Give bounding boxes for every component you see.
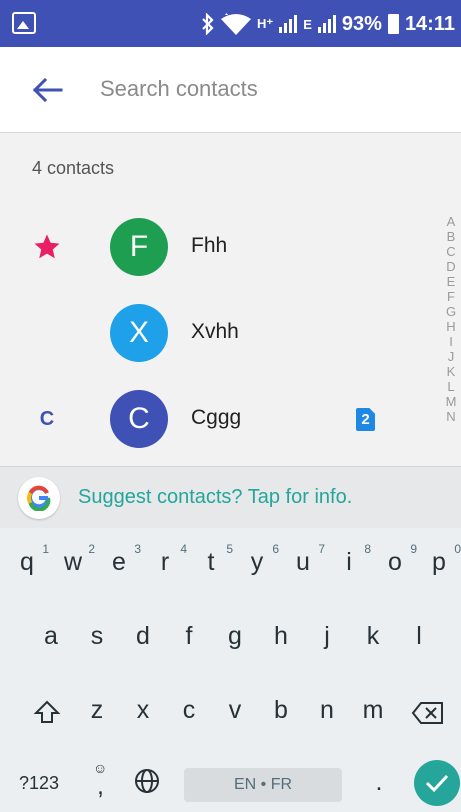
key-f[interactable]: f: [176, 622, 202, 651]
key-y[interactable]: y6: [244, 542, 279, 577]
contact-name: Fhh: [191, 234, 228, 257]
key-m[interactable]: m: [358, 696, 388, 725]
google-logo-icon: [18, 477, 60, 519]
index-letter[interactable]: J: [444, 349, 458, 364]
index-letter[interactable]: D: [444, 259, 458, 274]
checkmark-icon: [425, 774, 449, 793]
signal-2-icon: [317, 15, 336, 33]
key-n[interactable]: n: [314, 696, 340, 725]
key-w[interactable]: w2: [60, 542, 95, 577]
key-u[interactable]: u7: [290, 542, 325, 577]
key-v[interactable]: v: [222, 696, 248, 725]
index-letter[interactable]: E: [444, 274, 458, 289]
key-c[interactable]: c: [176, 696, 202, 725]
comma-key[interactable]: ☺ ,: [88, 760, 114, 804]
index-letter[interactable]: L: [444, 379, 458, 394]
contact-list: 4 contacts F Fhh X Xvhh C C Cggg 2 A B C…: [0, 134, 461, 466]
backspace-icon: [411, 702, 443, 724]
section-letter: C: [39, 407, 55, 430]
key-s[interactable]: s: [84, 622, 110, 651]
done-key[interactable]: [414, 760, 460, 806]
index-letter[interactable]: B: [444, 229, 458, 244]
backspace-key[interactable]: [410, 700, 446, 728]
suggest-contacts-bar[interactable]: Suggest contacts? Tap for info.: [0, 466, 461, 528]
symbols-key[interactable]: ?123: [12, 773, 66, 794]
index-letter[interactable]: M: [444, 394, 458, 409]
key-r[interactable]: r4: [152, 542, 187, 577]
globe-icon: [135, 769, 159, 793]
battery-icon: [387, 14, 399, 34]
search-header: [0, 47, 461, 133]
key-a[interactable]: a: [38, 622, 64, 651]
contacts-search-screen: H⁺ E 93% 14:11 4 contacts F Fhh X: [0, 0, 461, 812]
shift-key[interactable]: [32, 698, 62, 728]
key-o[interactable]: o9: [382, 542, 417, 577]
gallery-notification-icon: [12, 12, 36, 34]
avatar: X: [110, 304, 168, 362]
index-letter[interactable]: H: [444, 319, 458, 334]
key-i[interactable]: i8: [336, 542, 371, 577]
index-letter[interactable]: K: [444, 364, 458, 379]
key-z[interactable]: z: [84, 696, 110, 725]
contact-row-cggg[interactable]: C C Cggg 2: [0, 384, 430, 454]
key-g[interactable]: g: [222, 622, 248, 651]
key-e[interactable]: e3: [106, 542, 141, 577]
contact-row-fhh[interactable]: F Fhh: [0, 212, 430, 282]
key-b[interactable]: b: [268, 696, 294, 725]
index-letter[interactable]: N: [444, 409, 458, 424]
key-l[interactable]: l: [406, 622, 432, 651]
index-letter[interactable]: F: [444, 289, 458, 304]
status-bar: H⁺ E 93% 14:11: [0, 0, 461, 47]
bluetooth-icon: [202, 13, 214, 35]
network-type-1: H⁺: [256, 16, 274, 31]
avatar: F: [110, 218, 168, 276]
favorite-star-icon: [30, 230, 64, 264]
signal-1-icon: [279, 15, 298, 33]
space-bar[interactable]: EN • FR: [184, 768, 342, 802]
key-q[interactable]: q1: [14, 542, 49, 577]
battery-percent: 93%: [341, 12, 382, 35]
alphabet-index[interactable]: A B C D E F G H I J K L M N: [444, 214, 458, 424]
contact-count: 4 contacts: [32, 158, 115, 178]
key-p[interactable]: p0: [426, 542, 461, 577]
index-letter[interactable]: G: [444, 304, 458, 319]
avatar: C: [110, 390, 168, 448]
period-key[interactable]: .: [366, 768, 392, 797]
contact-name: Xvhh: [191, 320, 239, 343]
index-letter[interactable]: A: [444, 214, 458, 229]
key-d[interactable]: d: [130, 622, 156, 651]
network-type-2: E: [303, 16, 312, 32]
status-indicators: H⁺ E 93% 14:11: [201, 10, 455, 38]
sim-2-icon: 2: [356, 408, 375, 431]
index-letter[interactable]: I: [444, 334, 458, 349]
arrow-back-icon: [32, 77, 63, 103]
clock: 14:11: [404, 12, 455, 35]
shift-icon: [33, 700, 61, 723]
wifi-icon: [220, 13, 251, 35]
key-j[interactable]: j: [314, 622, 340, 651]
key-k[interactable]: k: [360, 622, 386, 651]
search-input[interactable]: [100, 69, 440, 109]
index-letter[interactable]: C: [444, 244, 458, 259]
key-t[interactable]: t5: [198, 542, 233, 577]
key-x[interactable]: x: [130, 696, 156, 725]
soft-keyboard: q1 w2 e3 r4 t5 y6 u7 i8 o9 p0 a s d f g …: [0, 528, 461, 812]
contact-row-xvhh[interactable]: X Xvhh: [0, 298, 430, 368]
key-h[interactable]: h: [268, 622, 294, 651]
suggest-contacts-text[interactable]: Suggest contacts? Tap for info.: [78, 486, 352, 509]
contact-name: Cggg: [191, 406, 242, 429]
back-button[interactable]: [27, 73, 67, 107]
language-key[interactable]: [132, 768, 162, 798]
